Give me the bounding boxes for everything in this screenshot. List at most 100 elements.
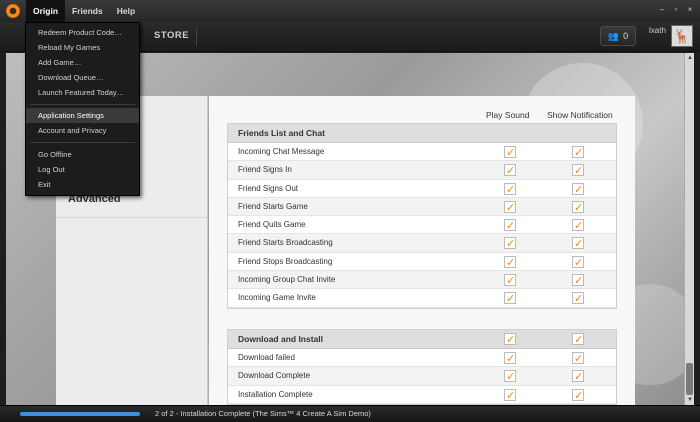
menu-separator — [30, 104, 135, 105]
section-play-sound-checkbox[interactable]: ✓ — [504, 333, 516, 346]
download-status-text[interactable]: 2 of 2 - Installation Complete (The Sims… — [155, 409, 371, 418]
section-title: Download and Install ✓ ✓ — [228, 330, 616, 349]
menu-launch-featured-today[interactable]: Launch Featured Today… — [26, 85, 139, 100]
minimize-button[interactable]: – — [656, 4, 668, 16]
menu-log-out[interactable]: Log Out — [26, 162, 139, 177]
play-sound-checkbox[interactable]: ✓ — [504, 388, 516, 402]
menu-add-game[interactable]: Add Game… — [26, 55, 139, 70]
check-icon: ✓ — [506, 165, 516, 178]
menu-origin[interactable]: Origin — [26, 0, 66, 22]
nav-divider — [196, 28, 197, 46]
friends-icon: 👥 — [607, 30, 620, 41]
setting-row: Friend Starts Broadcasting ✓ ✓ — [228, 234, 616, 253]
play-sound-checkbox[interactable]: ✓ — [504, 237, 516, 250]
scroll-up-icon[interactable]: ▲ — [685, 53, 695, 63]
show-notification-checkbox[interactable]: ✓ — [572, 237, 584, 250]
download-install-section: Download and Install ✓ ✓ Download failed… — [227, 329, 617, 405]
check-icon: ✓ — [506, 353, 516, 365]
download-status-bar: 2 of 2 - Installation Complete (The Sims… — [0, 405, 700, 422]
show-notification-checkbox[interactable]: ✓ — [572, 146, 584, 159]
play-sound-checkbox[interactable]: ✓ — [504, 200, 516, 214]
check-icon: ✓ — [506, 183, 516, 196]
friends-count: 0 — [623, 31, 629, 41]
play-sound-checkbox[interactable]: ✓ — [504, 146, 516, 159]
scroll-down-icon[interactable]: ▼ — [685, 395, 695, 405]
show-notification-checkbox[interactable]: ✓ — [572, 292, 584, 305]
setting-label: Friend Stops Broadcasting — [238, 256, 333, 266]
store-tab[interactable]: STORE — [154, 30, 189, 41]
scroll-thumb[interactable] — [686, 363, 693, 395]
play-sound-checkbox[interactable]: ✓ — [504, 255, 516, 269]
check-icon: ✓ — [574, 371, 584, 384]
show-notification-checkbox[interactable]: ✓ — [572, 219, 584, 232]
menu-download-queue[interactable]: Download Queue… — [26, 70, 139, 85]
check-icon: ✓ — [506, 275, 516, 288]
check-icon: ✓ — [506, 334, 516, 346]
menu-go-offline[interactable]: Go Offline — [26, 147, 139, 162]
show-notification-checkbox[interactable]: ✓ — [572, 182, 584, 196]
menu-help[interactable]: Help — [110, 0, 142, 22]
setting-label: Friend Starts Broadcasting — [238, 238, 333, 248]
play-sound-checkbox[interactable]: ✓ — [504, 164, 516, 177]
menu-friends[interactable]: Friends — [65, 0, 110, 22]
play-sound-checkbox[interactable]: ✓ — [504, 219, 516, 232]
show-notification-checkbox[interactable]: ✓ — [572, 370, 584, 383]
setting-row: Incoming Group Chat Invite ✓ ✓ — [228, 271, 616, 290]
setting-row: Incoming Game Invite ✓ ✓ — [228, 289, 616, 308]
menu-exit[interactable]: Exit — [26, 177, 139, 192]
show-notification-checkbox[interactable]: ✓ — [572, 255, 584, 269]
play-sound-checkbox[interactable]: ✓ — [504, 352, 516, 365]
play-sound-checkbox[interactable]: ✓ — [504, 292, 516, 305]
check-icon: ✓ — [574, 201, 584, 214]
setting-row: Installation Complete ✓ ✓ — [228, 386, 616, 404]
show-notification-column-header: Show Notification — [547, 110, 613, 120]
section-title: Friends List and Chat — [228, 124, 616, 143]
check-icon: ✓ — [574, 293, 584, 306]
show-notification-checkbox[interactable]: ✓ — [572, 388, 584, 402]
setting-row: Friend Stops Broadcasting ✓ ✓ — [228, 253, 616, 272]
show-notification-checkbox[interactable]: ✓ — [572, 200, 584, 214]
menu-reload-my-games[interactable]: Reload My Games — [26, 40, 139, 55]
play-sound-checkbox[interactable]: ✓ — [504, 370, 516, 383]
maximize-button[interactable]: ▫ — [670, 4, 682, 16]
show-notification-checkbox[interactable]: ✓ — [572, 164, 584, 177]
show-notification-checkbox[interactable]: ✓ — [572, 352, 584, 365]
setting-label: Incoming Chat Message — [238, 147, 325, 156]
play-sound-checkbox[interactable]: ✓ — [504, 274, 516, 287]
check-icon: ✓ — [506, 389, 516, 402]
show-notification-checkbox[interactable]: ✓ — [572, 274, 584, 287]
menu-account-and-privacy[interactable]: Account and Privacy — [26, 123, 139, 138]
title-menu-bar: Origin Friends Help – ▫ × — [0, 0, 700, 22]
play-sound-column-header: Play Sound — [486, 110, 530, 120]
setting-row: Friend Starts Game ✓ ✓ — [228, 197, 616, 217]
check-icon: ✓ — [574, 334, 584, 346]
section-title-text: Download and Install — [238, 334, 324, 344]
section-show-notification-checkbox[interactable]: ✓ — [572, 333, 584, 346]
download-progress-bar — [20, 412, 140, 416]
vertical-scrollbar[interactable]: ▲ ▼ — [684, 53, 694, 405]
check-icon: ✓ — [574, 220, 584, 233]
setting-row: Friend Quits Game ✓ ✓ — [228, 216, 616, 235]
username[interactable]: lxath — [649, 26, 666, 35]
setting-label: Friend Quits Game — [238, 220, 306, 230]
window-controls: – ▫ × — [656, 4, 696, 16]
play-sound-checkbox[interactable]: ✓ — [504, 182, 516, 196]
check-icon: ✓ — [574, 165, 584, 178]
notifications-settings-panel: Play Sound Show Notification Friends Lis… — [209, 96, 635, 405]
menu-redeem-product-code[interactable]: Redeem Product Code… — [26, 25, 139, 40]
setting-label: Friend Signs Out — [238, 183, 299, 193]
setting-row: Download failed ✓ ✓ — [228, 349, 616, 368]
close-button[interactable]: × — [684, 4, 696, 16]
check-icon: ✓ — [506, 147, 516, 159]
menu-application-settings[interactable]: Application Settings — [26, 108, 139, 123]
friends-chat-section: Friends List and Chat Incoming Chat Mess… — [227, 123, 617, 309]
check-icon: ✓ — [574, 147, 584, 159]
download-progress-fill — [20, 412, 140, 416]
friends-list-button[interactable]: 👥 0 — [600, 26, 636, 46]
menu-separator — [30, 142, 135, 143]
check-icon: ✓ — [574, 389, 584, 402]
setting-row: Friend Signs In ✓ ✓ — [228, 161, 616, 180]
avatar[interactable]: 🦌 — [671, 25, 693, 47]
check-icon: ✓ — [506, 220, 516, 233]
origin-logo-icon — [6, 4, 20, 18]
